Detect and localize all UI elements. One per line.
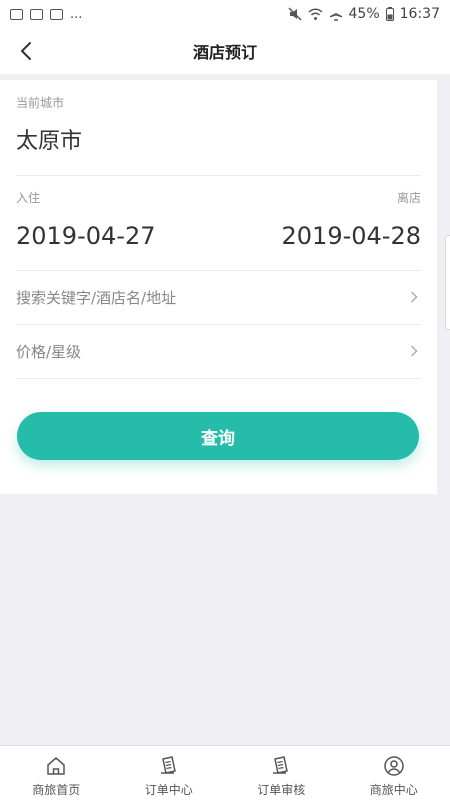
- divider: [16, 175, 421, 176]
- chevron-right-icon: [407, 290, 421, 304]
- airplane-icon: [329, 7, 343, 21]
- city-section[interactable]: 当前城市 太原市: [16, 94, 421, 155]
- keyword-search-field[interactable]: 搜索关键字/酒店名/地址: [16, 270, 421, 324]
- app-notification-icon: [30, 8, 43, 20]
- query-button[interactable]: 查询: [17, 412, 419, 460]
- image-notification-icon: [10, 8, 23, 20]
- more-notifications-text: ...: [70, 6, 83, 22]
- keyword-placeholder: 搜索关键字/酒店名/地址: [16, 288, 177, 307]
- app-notification-icon: [50, 8, 63, 20]
- document-icon: [157, 754, 181, 778]
- nav-bar: 酒店预订: [0, 28, 450, 74]
- tab-label: 商旅首页: [32, 783, 81, 797]
- user-circle-icon: [382, 754, 406, 778]
- checkin-block[interactable]: 入住 2019-04-27: [16, 189, 155, 250]
- back-chevron-icon: [21, 42, 31, 60]
- tab-label: 订单审核: [257, 783, 306, 797]
- checkin-label: 入住: [16, 191, 41, 205]
- tab-order-center[interactable]: 订单中心: [113, 746, 226, 800]
- checkout-label: 离店: [396, 191, 421, 205]
- price-star-placeholder: 价格/星级: [16, 342, 82, 361]
- tab-label: 商旅中心: [369, 783, 418, 797]
- tab-business-travel-center[interactable]: 商旅中心: [338, 746, 450, 800]
- checkout-date[interactable]: 2019-04-28: [282, 222, 421, 250]
- hotel-search-card: 当前城市 太原市 入住 2019-04-27 离店 2019-04-28 搜索关…: [0, 80, 437, 494]
- scrollbar[interactable]: [445, 235, 450, 330]
- wifi-icon: [307, 7, 323, 21]
- chevron-right-icon: [407, 344, 421, 358]
- date-section: 入住 2019-04-27 离店 2019-04-28: [16, 189, 421, 250]
- mute-icon: [287, 7, 302, 21]
- divider: [16, 378, 421, 379]
- clock: 16:37: [399, 6, 440, 22]
- page-title: 酒店预订: [192, 43, 257, 62]
- system-status: 45% 16:37: [287, 6, 440, 22]
- battery-icon: [385, 7, 394, 21]
- tab-label: 订单中心: [144, 783, 193, 797]
- home-icon: [44, 754, 68, 778]
- tab-order-review[interactable]: 订单审核: [225, 746, 338, 800]
- tab-home[interactable]: 商旅首页: [0, 746, 113, 800]
- city-label: 当前城市: [16, 96, 65, 110]
- checkout-block[interactable]: 离店 2019-04-28: [282, 189, 421, 250]
- document-review-icon: [269, 754, 293, 778]
- price-star-field[interactable]: 价格/星级: [16, 324, 421, 378]
- bottom-tab-bar: 商旅首页 订单中心 订单审核 商旅中心: [0, 745, 450, 800]
- notification-icons: ...: [10, 7, 82, 22]
- status-bar: ... 45% 16:37: [0, 0, 450, 28]
- city-value[interactable]: 太原市: [16, 123, 421, 155]
- battery-percent: 45%: [348, 6, 380, 22]
- checkin-date[interactable]: 2019-04-27: [16, 222, 155, 250]
- back-button[interactable]: [12, 37, 40, 65]
